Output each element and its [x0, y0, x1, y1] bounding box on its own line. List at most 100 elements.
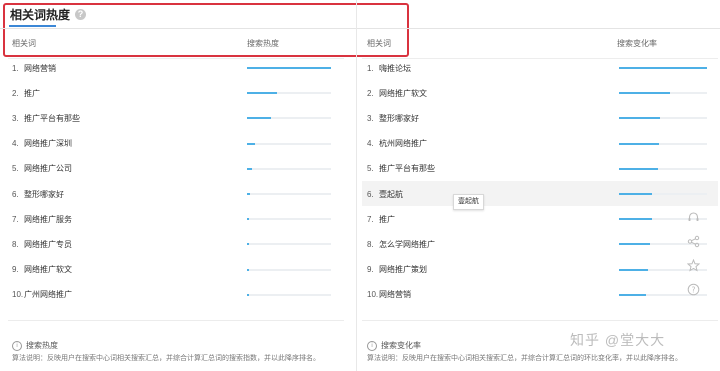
- right-note-title: i 搜索变化率: [367, 340, 421, 351]
- related-term[interactable]: 网络推广策划: [379, 264, 427, 275]
- value-bar: [247, 142, 256, 145]
- value-bar-track: [247, 193, 331, 195]
- list-item[interactable]: 8. 怎么学网络推广: [367, 234, 435, 254]
- rank-number: 5.: [12, 164, 19, 174]
- left-note-title-text: 搜索热度: [26, 341, 58, 350]
- list-item[interactable]: 8. 网络推广专员: [12, 234, 72, 254]
- left-header-divider: [8, 58, 344, 59]
- related-term[interactable]: 网络推广软文: [379, 88, 427, 99]
- value-bar-track: [619, 92, 707, 95]
- rank-number: 10.: [12, 290, 24, 300]
- list-item[interactable]: 2. 网络推广软文: [367, 83, 427, 103]
- list-item[interactable]: 5. 网络推广公司: [12, 159, 72, 179]
- value-bar: [619, 193, 653, 195]
- list-item[interactable]: 7. 网络推广服务: [12, 209, 72, 229]
- section-title: 相关词热度 ?: [10, 6, 87, 23]
- left-note-title: i 搜索热度: [12, 340, 58, 351]
- rank-number: 6.: [367, 189, 374, 199]
- list-item[interactable]: 4. 杭州网络推广: [367, 134, 427, 154]
- rank-number: 7.: [12, 214, 19, 224]
- related-term[interactable]: 整形哪家好: [24, 189, 64, 200]
- value-bar: [619, 243, 650, 246]
- right-note-body: 算法说明：反映用户在搜索中心词相关搜索汇总，并综合计算汇总词的环比变化率，并以此…: [367, 355, 682, 362]
- value-bar: [619, 67, 707, 69]
- left-col-value-header[interactable]: 搜索热度: [247, 38, 279, 49]
- right-header-divider: [362, 58, 718, 59]
- value-bar-track: [247, 67, 331, 69]
- section-title-text: 相关词热度: [10, 8, 71, 22]
- related-term[interactable]: 怎么学网络推广: [379, 239, 435, 250]
- list-item[interactable]: 1. 嗨推论坛: [367, 58, 411, 78]
- svg-text:?: ?: [691, 285, 695, 294]
- value-bar: [247, 92, 278, 95]
- related-term[interactable]: 推广: [24, 88, 40, 99]
- watermark: 知乎 @堂大大: [570, 332, 666, 348]
- value-bar: [619, 117, 661, 120]
- value-bar-track: [619, 117, 707, 120]
- value-bar-track: [619, 142, 707, 145]
- related-term[interactable]: 嗨推论坛: [379, 63, 411, 74]
- related-term[interactable]: 网络推广深圳: [24, 138, 72, 149]
- value-bar: [247, 167, 253, 170]
- list-item[interactable]: 4. 网络推广深圳: [12, 134, 72, 154]
- right-col-term-header: 相关词: [367, 39, 391, 48]
- value-bar: [247, 293, 249, 296]
- list-item[interactable]: 3. 推广平台有那些: [12, 108, 80, 128]
- headset-icon[interactable]: [682, 205, 704, 229]
- value-bar-track: [619, 67, 707, 69]
- list-item[interactable]: 7. 推广: [367, 209, 395, 229]
- value-bar-track: [247, 142, 331, 145]
- related-term[interactable]: 推广平台有那些: [24, 113, 80, 124]
- list-item[interactable]: 9. 网络推广软文: [12, 260, 72, 280]
- list-item[interactable]: 9. 网络推广策划: [367, 260, 427, 280]
- list-item[interactable]: 5. 推广平台有那些: [367, 159, 435, 179]
- related-term[interactable]: 网络推广软文: [24, 264, 72, 275]
- related-term[interactable]: 杭州网络推广: [379, 138, 427, 149]
- value-bar-track: [247, 268, 331, 271]
- list-item[interactable]: 2. 推广: [12, 83, 40, 103]
- list-item[interactable]: 3. 整形哪家好: [367, 108, 419, 128]
- list-item[interactable]: 6. 整形哪家好: [12, 184, 64, 204]
- value-bar: [619, 142, 660, 145]
- rank-number: 3.: [12, 113, 19, 123]
- info-icon: i: [12, 340, 22, 351]
- related-term[interactable]: 整形哪家好: [379, 113, 419, 124]
- rank-number: 2.: [367, 88, 374, 98]
- related-term[interactable]: 网络营销: [24, 63, 56, 74]
- rank-number: 2.: [12, 88, 19, 98]
- rank-number: 10.: [367, 290, 379, 300]
- right-note-title-text: 搜索变化率: [381, 341, 421, 350]
- rank-number: 9.: [12, 265, 19, 275]
- panel-divider: [356, 0, 357, 371]
- rank-number: 9.: [367, 265, 374, 275]
- list-item[interactable]: 10. 广州网络推广: [12, 285, 72, 305]
- related-term[interactable]: 推广平台有那些: [379, 163, 435, 174]
- related-term[interactable]: 网络推广公司: [24, 163, 72, 174]
- related-term[interactable]: 推广: [379, 214, 395, 225]
- related-term[interactable]: 壹起航: [379, 189, 403, 200]
- help-icon[interactable]: ?: [75, 9, 87, 20]
- help-circle-icon[interactable]: ?: [682, 277, 704, 301]
- list-item[interactable]: 6. 壹起航: [367, 184, 403, 204]
- value-bar-track: [247, 218, 331, 221]
- related-term[interactable]: 网络营销: [379, 289, 411, 300]
- left-note-body: 算法说明：反映用户在搜索中心词相关搜索汇总，并综合计算汇总词的搜索指数，并以此降…: [12, 355, 320, 362]
- hover-tooltip: 壹起航: [453, 194, 484, 210]
- list-item[interactable]: 10. 网络营销: [367, 285, 411, 305]
- value-bar: [619, 218, 652, 221]
- left-col-term-header: 相关词: [12, 39, 36, 48]
- right-col-value-header[interactable]: 搜索变化率: [617, 38, 657, 49]
- rank-number: 7.: [367, 214, 374, 224]
- related-term[interactable]: 网络推广服务: [24, 214, 72, 225]
- rank-number: 1.: [367, 63, 374, 73]
- related-term[interactable]: 网络推广专员: [24, 239, 72, 250]
- related-term[interactable]: 广州网络推广: [24, 289, 72, 300]
- share-icon[interactable]: [682, 229, 704, 253]
- rank-number: 8.: [12, 239, 19, 249]
- value-bar-track: [247, 167, 331, 170]
- star-icon[interactable]: [682, 253, 704, 277]
- title-underline: [9, 25, 56, 27]
- list-item[interactable]: 1. 网络营销: [12, 58, 56, 78]
- value-bar: [247, 193, 250, 195]
- rank-number: 3.: [367, 113, 374, 123]
